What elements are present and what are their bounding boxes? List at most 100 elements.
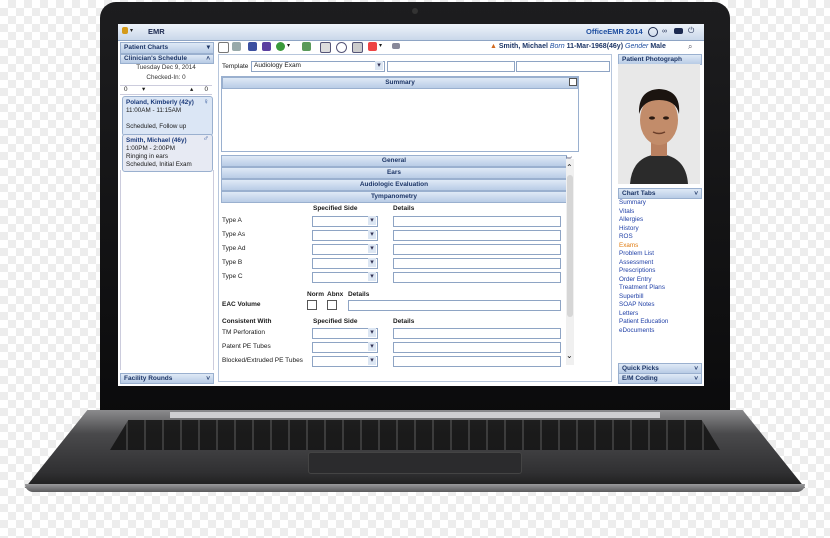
chart-tabs-header[interactable]: Chart Tabs ˅ bbox=[618, 188, 702, 199]
schedule-title: Clinician's Schedule bbox=[124, 55, 187, 62]
eac-details-field[interactable] bbox=[348, 300, 561, 311]
save-icon[interactable] bbox=[248, 42, 257, 51]
patient-charts-header[interactable]: Patient Charts ▾ bbox=[120, 42, 214, 54]
chart-tab-problem-list[interactable]: Problem List bbox=[619, 250, 699, 259]
eac-norm-checkbox[interactable] bbox=[307, 300, 317, 310]
menu-dropdown-icon[interactable]: ▾ bbox=[130, 27, 133, 34]
type-a-side-select[interactable] bbox=[312, 216, 378, 227]
type-b-details-field[interactable] bbox=[393, 258, 561, 269]
chart-tab-summary[interactable]: Summary bbox=[619, 199, 699, 208]
expand-icon[interactable]: ˅ bbox=[694, 374, 698, 383]
chart-tab-letters[interactable]: Letters bbox=[619, 310, 699, 319]
clock-icon[interactable] bbox=[648, 27, 658, 37]
appointment-reason: Ringing in ears bbox=[126, 153, 169, 160]
tm-perforation-details-field[interactable] bbox=[393, 328, 561, 339]
type-c-details-field[interactable] bbox=[393, 272, 561, 283]
expand-icon[interactable]: ˅ bbox=[694, 364, 698, 373]
dropdown-icon[interactable]: ▾ bbox=[379, 42, 382, 49]
chart-tab-ros[interactable]: ROS bbox=[619, 233, 699, 242]
collapse-icon[interactable]: ˄ bbox=[206, 55, 210, 63]
blocked-pe-details-field[interactable] bbox=[393, 356, 561, 367]
car-icon[interactable] bbox=[674, 28, 683, 34]
em-coding-header[interactable]: E/M Coding ˅ bbox=[618, 373, 702, 384]
appointment-card[interactable]: Poland, Kimberly (42y) 11:00AM - 11:15AM… bbox=[122, 96, 213, 136]
type-c-side-select[interactable] bbox=[312, 272, 378, 283]
scrollbar[interactable]: ⌃ ⌄ bbox=[566, 159, 574, 365]
chart-tab-superbill[interactable]: Superbill bbox=[619, 293, 699, 302]
calendar-icon[interactable] bbox=[320, 42, 331, 53]
schedule-date: Tuesday Dec 9, 2014 bbox=[136, 64, 196, 71]
chart-tab-prescriptions[interactable]: Prescriptions bbox=[619, 267, 699, 276]
expand-icon[interactable]: ˅ bbox=[206, 374, 210, 383]
power-icon[interactable]: ⏻ bbox=[688, 26, 694, 36]
type-ad-details-field[interactable] bbox=[393, 244, 561, 255]
template-field-3[interactable] bbox=[516, 61, 610, 72]
section-ears[interactable]: Ears bbox=[221, 167, 567, 179]
chart-tab-order-entry[interactable]: Order Entry bbox=[619, 276, 699, 285]
section-general[interactable]: General bbox=[221, 155, 567, 167]
monitor-icon[interactable] bbox=[392, 43, 400, 49]
scroll-up-icon[interactable]: ⌃ bbox=[566, 163, 573, 172]
eac-details-header: Details bbox=[348, 291, 370, 298]
chart-tab-exams[interactable]: Exams bbox=[619, 242, 699, 251]
chart-tab-allergies[interactable]: Allergies bbox=[619, 216, 699, 225]
appointment-card[interactable]: Smith, Michael (46y) 1:00PM - 2:00PM Rin… bbox=[122, 134, 213, 172]
scroll-down-icon[interactable]: ⌄ bbox=[566, 351, 573, 360]
section-tympanometry[interactable]: Tympanometry bbox=[221, 191, 567, 203]
born-label: Born bbox=[549, 43, 565, 50]
chart-tabs-title: Chart Tabs bbox=[622, 190, 656, 197]
template-field-2[interactable] bbox=[387, 61, 515, 72]
section-audiologic-evaluation[interactable]: Audiologic Evaluation bbox=[221, 179, 567, 191]
up-arrow-icon[interactable]: ▴ bbox=[190, 86, 193, 93]
exam-form: Template Audiology Exam Summary General … bbox=[218, 54, 612, 382]
chart-tab-history[interactable]: History bbox=[619, 225, 699, 234]
patent-pe-details-field[interactable] bbox=[393, 342, 561, 353]
template-select[interactable]: Audiology Exam bbox=[251, 61, 385, 72]
chart-tab-assessment[interactable]: Assessment bbox=[619, 259, 699, 268]
save-as-icon[interactable] bbox=[262, 42, 271, 51]
born-value: 11-Mar-1968(46y) bbox=[566, 43, 624, 50]
facility-rounds-header[interactable]: Facility Rounds ˅ bbox=[120, 373, 214, 384]
app-title: EMR bbox=[148, 27, 165, 36]
chart-tab-treatment-plans[interactable]: Treatment Plans bbox=[619, 284, 699, 293]
blocked-pe-side-select[interactable] bbox=[312, 356, 378, 367]
warning-icon[interactable]: ▲ bbox=[490, 43, 497, 50]
calculator-icon[interactable] bbox=[352, 42, 363, 53]
norm-header: Norm bbox=[307, 291, 324, 298]
binoculars-icon[interactable]: ∞ bbox=[662, 28, 667, 35]
gender-label: Gender bbox=[625, 43, 649, 50]
scroll-thumb[interactable] bbox=[567, 175, 573, 317]
chart-tab-edocuments[interactable]: eDocuments bbox=[619, 327, 699, 336]
patent-pe-side-select[interactable] bbox=[312, 342, 378, 353]
dropdown-icon[interactable]: ▾ bbox=[207, 43, 210, 51]
timer-icon[interactable] bbox=[336, 42, 347, 53]
chart-tab-patient-education[interactable]: Patient Education bbox=[619, 318, 699, 327]
eac-abnx-checkbox[interactable] bbox=[327, 300, 337, 310]
image-icon[interactable] bbox=[368, 42, 377, 51]
type-as-side-select[interactable] bbox=[312, 230, 378, 241]
summary-checkbox[interactable] bbox=[569, 78, 577, 86]
consistent-row-label: TM Perforation bbox=[222, 329, 265, 336]
dropdown-icon[interactable]: ▾ bbox=[287, 42, 290, 49]
collapse-icon[interactable]: ˅ bbox=[694, 189, 698, 198]
schedule-header[interactable]: Clinician's Schedule ˄ bbox=[120, 54, 214, 64]
search-icon[interactable]: ⌕ bbox=[688, 42, 692, 52]
keyboard bbox=[110, 420, 720, 450]
chart-tab-vitals[interactable]: Vitals bbox=[619, 208, 699, 217]
template-label: Template bbox=[222, 63, 249, 70]
export-icon[interactable] bbox=[302, 42, 311, 51]
appointment-patient: Poland, Kimberly (42y) bbox=[126, 99, 194, 106]
down-arrow-icon[interactable]: ▾ bbox=[142, 86, 145, 93]
male-icon: ♂ bbox=[203, 134, 209, 143]
chart-tab-soap-notes[interactable]: SOAP Notes bbox=[619, 301, 699, 310]
new-document-icon[interactable] bbox=[218, 42, 229, 53]
type-b-side-select[interactable] bbox=[312, 258, 378, 269]
tm-perforation-side-select[interactable] bbox=[312, 328, 378, 339]
print-icon[interactable] bbox=[232, 42, 241, 51]
type-as-details-field[interactable] bbox=[393, 230, 561, 241]
refresh-icon[interactable] bbox=[276, 42, 285, 51]
type-ad-side-select[interactable] bbox=[312, 244, 378, 255]
type-a-details-field[interactable] bbox=[393, 216, 561, 227]
emr-window: ▾ EMR OfficeEMR 2014 ∞ ⏻ Patient Charts … bbox=[118, 24, 704, 386]
lock-icon[interactable] bbox=[122, 27, 128, 34]
